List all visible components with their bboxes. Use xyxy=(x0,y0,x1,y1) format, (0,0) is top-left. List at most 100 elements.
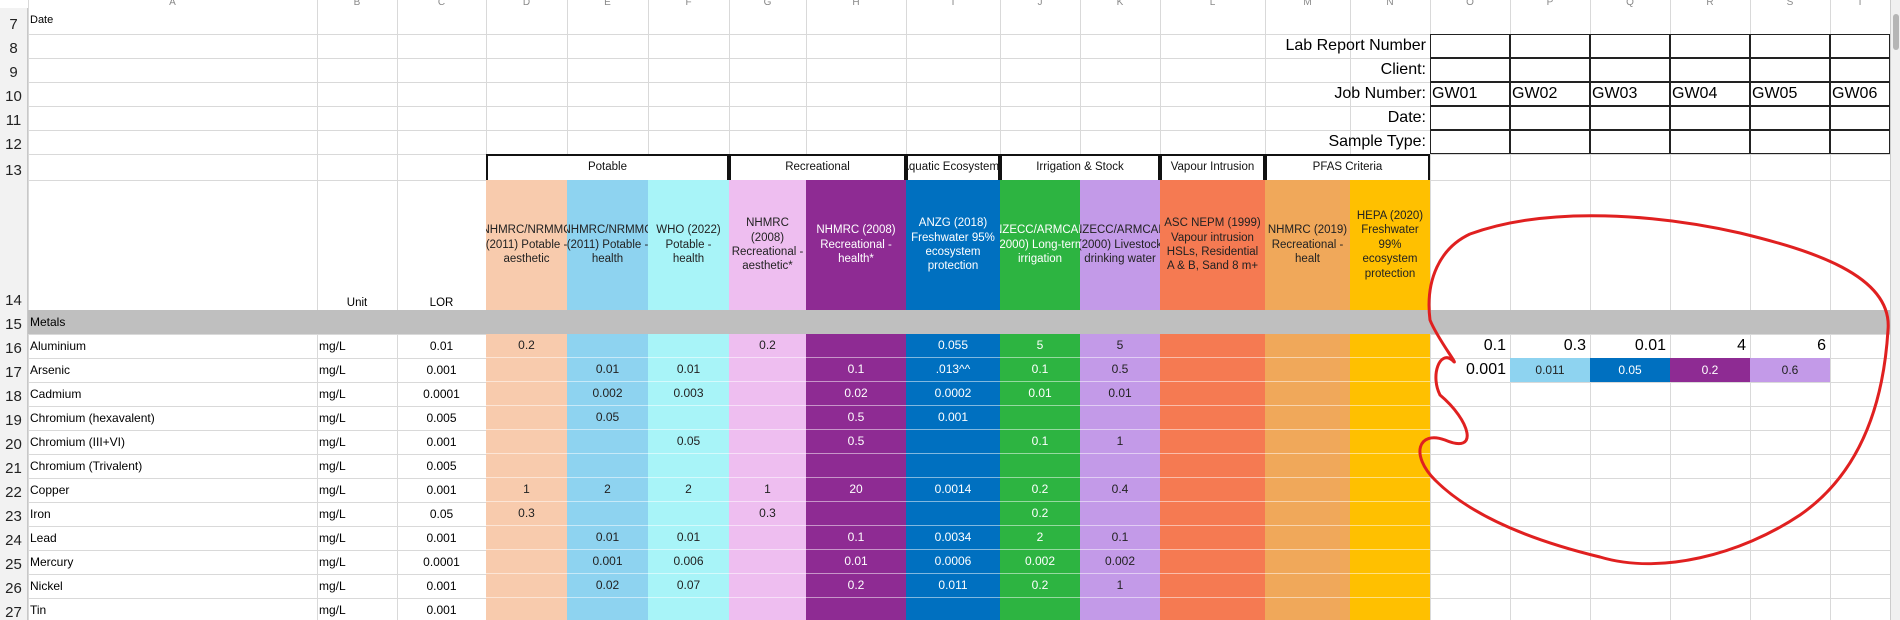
criteria-value-j[interactable]: 0.01 xyxy=(1000,382,1080,406)
criteria-header-l[interactable]: ASC NEPM (1999) Vapour intrusion HSLs, R… xyxy=(1160,180,1265,310)
criteria-value-n[interactable] xyxy=(1350,334,1430,358)
criteria-value-l[interactable] xyxy=(1160,502,1265,526)
row-header-14[interactable]: 14 xyxy=(0,180,28,310)
criteria-value-k[interactable]: 1 xyxy=(1080,430,1160,454)
result-value[interactable]: 0.05 xyxy=(1590,358,1670,382)
analyte-name[interactable]: Tin xyxy=(28,598,317,620)
criteria-value-l[interactable] xyxy=(1160,334,1265,358)
criteria-value-e[interactable]: 0.05 xyxy=(567,406,648,430)
criteria-value-f[interactable] xyxy=(648,598,729,620)
column-header-e[interactable]: E xyxy=(567,0,648,8)
analyte-name[interactable]: Nickel xyxy=(28,574,317,598)
analyte-unit[interactable]: mg/L xyxy=(317,382,397,406)
column-header-c[interactable]: C xyxy=(397,0,486,8)
criteria-value-d[interactable] xyxy=(486,406,567,430)
criteria-value-l[interactable] xyxy=(1160,574,1265,598)
sample-info-cell[interactable] xyxy=(1750,58,1830,82)
row-header-21[interactable]: 21 xyxy=(0,454,28,478)
criteria-value-e[interactable]: 0.01 xyxy=(567,358,648,382)
analyte-name[interactable]: Iron xyxy=(28,502,317,526)
criteria-value-i[interactable]: 0.001 xyxy=(906,406,1000,430)
criteria-value-e[interactable] xyxy=(567,454,648,478)
date-field-label[interactable]: Date: xyxy=(1160,106,1430,130)
criteria-value-m[interactable] xyxy=(1265,430,1350,454)
criteria-value-g[interactable] xyxy=(729,454,806,478)
criteria-value-l[interactable] xyxy=(1160,550,1265,574)
criteria-header-k[interactable]: ANZECC/ARMCANZ (2000) Livestock drinking… xyxy=(1080,180,1160,310)
sample-type-label[interactable]: Sample Type: xyxy=(1160,130,1430,154)
row-header-26[interactable]: 26 xyxy=(0,574,28,598)
criteria-value-f[interactable] xyxy=(648,502,729,526)
criteria-value-k[interactable] xyxy=(1080,406,1160,430)
row-header-17[interactable]: 17 xyxy=(0,358,28,382)
criteria-value-l[interactable] xyxy=(1160,382,1265,406)
criteria-value-e[interactable]: 2 xyxy=(567,478,648,502)
criteria-value-n[interactable] xyxy=(1350,550,1430,574)
column-header-o[interactable]: O xyxy=(1430,0,1510,8)
criteria-value-j[interactable]: 0.2 xyxy=(1000,478,1080,502)
criteria-value-g[interactable] xyxy=(729,406,806,430)
row-header-11[interactable]: 11 xyxy=(0,106,28,130)
criteria-value-i[interactable]: .013^^ xyxy=(906,358,1000,382)
criteria-value-g[interactable] xyxy=(729,574,806,598)
criteria-value-d[interactable] xyxy=(486,430,567,454)
analyte-lor[interactable]: 0.005 xyxy=(397,454,486,478)
row-header-10[interactable]: 10 xyxy=(0,82,28,106)
criteria-value-j[interactable]: 0.1 xyxy=(1000,430,1080,454)
sample-info-cell[interactable] xyxy=(1430,58,1510,82)
criteria-value-k[interactable]: 0.1 xyxy=(1080,526,1160,550)
analyte-lor[interactable]: 0.0001 xyxy=(397,382,486,406)
criteria-value-g[interactable]: 1 xyxy=(729,478,806,502)
result-value[interactable]: 0.6 xyxy=(1750,358,1830,382)
criteria-value-j[interactable]: 0.1 xyxy=(1000,358,1080,382)
criteria-value-j[interactable]: 2 xyxy=(1000,526,1080,550)
criteria-value-h[interactable] xyxy=(806,502,906,526)
column-header-p[interactable]: P xyxy=(1510,0,1590,8)
criteria-value-k[interactable] xyxy=(1080,502,1160,526)
analyte-unit[interactable]: mg/L xyxy=(317,574,397,598)
criteria-value-m[interactable] xyxy=(1265,598,1350,620)
lab-report-number-label[interactable]: Lab Report Number xyxy=(1160,34,1430,58)
criteria-value-f[interactable]: 0.006 xyxy=(648,550,729,574)
analyte-unit[interactable]: mg/L xyxy=(317,550,397,574)
column-header-h[interactable]: H xyxy=(806,0,906,8)
column-header-k[interactable]: K xyxy=(1080,0,1160,8)
criteria-value-e[interactable] xyxy=(567,334,648,358)
analyte-lor[interactable]: 0.0001 xyxy=(397,550,486,574)
sample-id-gw02[interactable]: GW02 xyxy=(1510,82,1590,106)
analyte-name[interactable]: Lead xyxy=(28,526,317,550)
analyte-name[interactable]: Copper xyxy=(28,478,317,502)
criteria-value-k[interactable]: 0.4 xyxy=(1080,478,1160,502)
row-header-24[interactable]: 24 xyxy=(0,526,28,550)
criteria-value-e[interactable] xyxy=(567,430,648,454)
sample-info-cell[interactable] xyxy=(1830,58,1890,82)
vertical-scrollbar[interactable] xyxy=(1890,0,1900,620)
criteria-value-g[interactable] xyxy=(729,550,806,574)
criteria-value-m[interactable] xyxy=(1265,502,1350,526)
criteria-value-m[interactable] xyxy=(1265,574,1350,598)
criteria-value-g[interactable] xyxy=(729,382,806,406)
criteria-value-d[interactable] xyxy=(486,526,567,550)
analyte-name[interactable]: Chromium (III+VI) xyxy=(28,430,317,454)
criteria-value-i[interactable]: 0.0006 xyxy=(906,550,1000,574)
sample-info-cell[interactable] xyxy=(1590,106,1670,130)
sample-info-cell[interactable] xyxy=(1750,34,1830,58)
criteria-value-n[interactable] xyxy=(1350,358,1430,382)
sample-info-cell[interactable] xyxy=(1430,130,1510,154)
analyte-unit[interactable]: mg/L xyxy=(317,502,397,526)
criteria-value-m[interactable] xyxy=(1265,478,1350,502)
sample-info-cell[interactable] xyxy=(1670,58,1750,82)
criteria-header-f[interactable]: WHO (2022) Potable - health xyxy=(648,180,729,310)
criteria-value-n[interactable] xyxy=(1350,478,1430,502)
analyte-lor[interactable]: 0.001 xyxy=(397,598,486,620)
criteria-value-e[interactable]: 0.001 xyxy=(567,550,648,574)
criteria-value-f[interactable] xyxy=(648,334,729,358)
row-header-8[interactable]: 8 xyxy=(0,34,28,58)
criteria-value-f[interactable]: 0.01 xyxy=(648,358,729,382)
criteria-value-h[interactable]: 0.5 xyxy=(806,406,906,430)
criteria-value-h[interactable]: 0.1 xyxy=(806,358,906,382)
criteria-value-h[interactable]: 20 xyxy=(806,478,906,502)
analyte-unit[interactable]: mg/L xyxy=(317,358,397,382)
row-header-20[interactable]: 20 xyxy=(0,430,28,454)
row-header-9[interactable]: 9 xyxy=(0,58,28,82)
